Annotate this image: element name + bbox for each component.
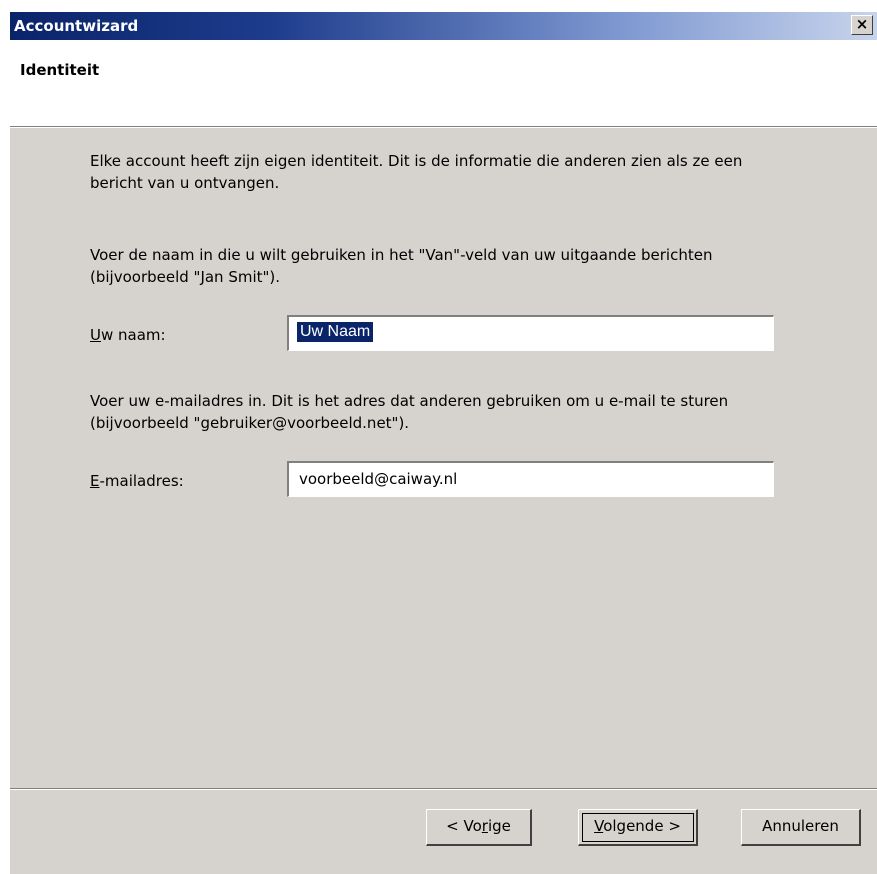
name-instructions: Voer de naam in die u wilt gebruiken in … <box>90 246 713 286</box>
close-button[interactable]: × <box>851 15 873 35</box>
left-edge <box>0 0 10 874</box>
top-edge <box>0 0 877 12</box>
name-label-text: w naam: <box>100 326 166 344</box>
email-field[interactable]: voorbeeld@caiway.nl <box>286 460 775 498</box>
wizard-header: Identiteit <box>10 40 877 128</box>
email-label: E-mailadres: <box>90 472 184 490</box>
email-instructions: Voer uw e-mailadres in. Dit is het adres… <box>90 392 729 432</box>
intro-text: Elke account heeft zijn eigen identiteit… <box>90 152 743 192</box>
back-button-label-post: ige <box>487 817 511 835</box>
cancel-button[interactable]: Annuleren <box>741 809 861 846</box>
name-label-accelerator: U <box>90 326 101 344</box>
wizard-content: Elke account heeft zijn eigen identiteit… <box>10 128 877 788</box>
name-field-value: Uw Naam <box>297 322 374 342</box>
page-title: Identiteit <box>20 61 100 79</box>
email-field-value: voorbeeld@caiway.nl <box>299 470 458 488</box>
name-label: Uw naam: <box>90 326 166 344</box>
next-button-accelerator: V <box>594 817 604 835</box>
email-label-text: -mailadres: <box>99 472 184 490</box>
close-icon: × <box>855 15 869 33</box>
button-separator <box>10 788 877 790</box>
name-field[interactable]: Uw Naam <box>286 314 775 352</box>
back-button-label-pre: < Vo <box>446 817 482 835</box>
title-bar[interactable]: Accountwizard × <box>10 12 877 40</box>
back-button[interactable]: < Vorige <box>426 809 532 846</box>
next-button[interactable]: Volgende > <box>578 809 698 846</box>
account-wizard-window: Accountwizard × Identiteit Elke account … <box>0 0 877 874</box>
window-title: Accountwizard <box>14 17 139 35</box>
next-button-label: olgende > <box>603 817 681 835</box>
